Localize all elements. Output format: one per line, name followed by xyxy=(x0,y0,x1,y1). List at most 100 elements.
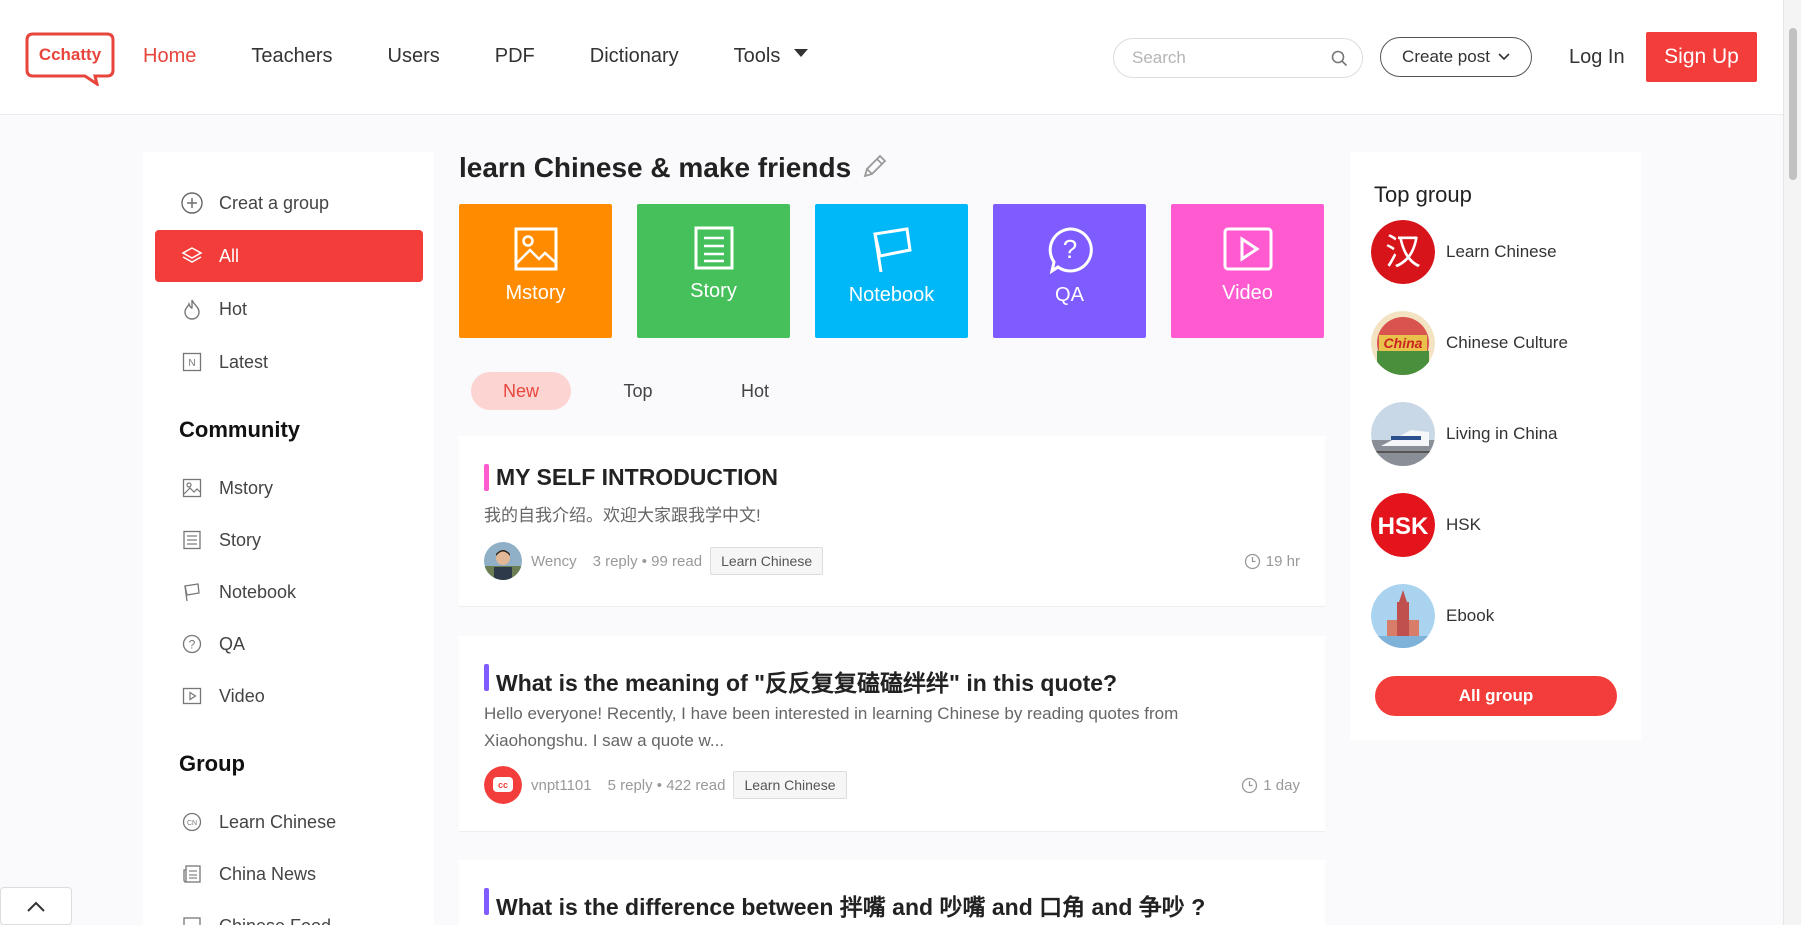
post-group-tag[interactable]: Learn Chinese xyxy=(733,771,847,799)
search-input[interactable] xyxy=(1132,48,1322,68)
caret-down-icon xyxy=(794,48,809,57)
svg-text:汉: 汉 xyxy=(1385,232,1421,273)
layers-icon xyxy=(181,245,203,267)
search-icon[interactable] xyxy=(1331,50,1348,67)
tile-qa[interactable]: ? QA xyxy=(993,204,1146,338)
group-name: Learn Chinese xyxy=(1446,242,1557,261)
login-link[interactable]: Log In xyxy=(1569,46,1625,69)
post-card[interactable]: MY SELF INTRODUCTION 我的自我介绍。欢迎大家跟我学中文! W… xyxy=(459,436,1325,607)
sidebar-item-learn-chinese[interactable]: CN Learn Chinese xyxy=(143,800,434,844)
nav-dictionary[interactable]: Dictionary xyxy=(590,45,679,68)
svg-text:N: N xyxy=(188,358,195,369)
group-name: Ebook xyxy=(1446,606,1495,625)
sidebar-item-label: Notebook xyxy=(219,581,297,602)
category-tiles: Mstory Story Notebook ? QA Video xyxy=(459,204,1325,338)
clock-icon xyxy=(1242,777,1258,793)
nav-pdf[interactable]: PDF xyxy=(495,45,535,68)
sidebar-item-all[interactable]: All xyxy=(155,230,423,282)
tile-mstory[interactable]: Mstory xyxy=(459,204,612,338)
group-avatar: China xyxy=(1371,311,1435,375)
svg-text:CN: CN xyxy=(187,820,197,827)
post-time-label: 19 hr xyxy=(1265,552,1300,570)
back-to-top-button[interactable] xyxy=(0,887,72,925)
tile-label: Mstory xyxy=(505,282,566,304)
svg-text:?: ? xyxy=(189,638,196,652)
post-group-tag[interactable]: Learn Chinese xyxy=(710,547,824,575)
all-group-button[interactable]: All group xyxy=(1375,676,1617,716)
sidebar-item-latest[interactable]: N Latest xyxy=(143,340,434,384)
top-group-heading: Top group xyxy=(1374,182,1472,207)
sidebar-item-china-news[interactable]: China News xyxy=(143,852,434,896)
tab-hot[interactable]: Hot xyxy=(705,372,805,410)
tile-video[interactable]: Video xyxy=(1171,204,1324,338)
post-meta: Wency 3 reply • 99 read Learn Chinese 19… xyxy=(484,542,1300,580)
signup-button[interactable]: Sign Up xyxy=(1646,32,1757,82)
sidebar-item-label: Latest xyxy=(219,351,269,372)
news-icon xyxy=(181,863,203,885)
post-time: 19 hr xyxy=(1244,553,1300,570)
top-header: Cchatty Home Teachers Users PDF Dictiona… xyxy=(0,0,1783,115)
post-meta: cc vnpt1101 5 reply • 422 read Learn Chi… xyxy=(484,766,1300,804)
page-scrollbar[interactable] xyxy=(1783,0,1801,925)
sidebar-item-hot[interactable]: Hot xyxy=(143,287,434,331)
group-name: Living in China xyxy=(1446,424,1558,443)
nav-home[interactable]: Home xyxy=(143,45,196,68)
tile-label: Video xyxy=(1222,282,1273,304)
sidebar-item-label: China News xyxy=(219,863,317,884)
sidebar-item-label: Learn Chinese xyxy=(219,811,337,832)
nav-tools-label: Tools xyxy=(733,45,781,67)
group-item-living-in-china[interactable]: Living in China xyxy=(1371,402,1631,466)
pencil-edit-icon[interactable] xyxy=(859,152,889,182)
cchatty-logo[interactable]: Cchatty xyxy=(25,32,115,86)
sidebar-item-label: All xyxy=(219,245,240,266)
tile-label: QA xyxy=(1055,284,1084,306)
create-post-label: Create post xyxy=(1402,47,1490,66)
post-title[interactable]: MY SELF INTRODUCTION xyxy=(496,464,778,491)
avatar[interactable]: cc xyxy=(484,766,522,804)
post-author[interactable]: Wency xyxy=(531,553,577,570)
tile-notebook[interactable]: Notebook xyxy=(815,204,968,338)
sidebar-item-mstory[interactable]: Mstory xyxy=(143,466,434,510)
group-item-ebook[interactable]: Ebook xyxy=(1371,584,1631,648)
post-title[interactable]: What is the meaning of "反反复复磕磕绊绊" in thi… xyxy=(496,664,1117,698)
list-icon xyxy=(181,529,203,551)
chevron-down-icon xyxy=(1498,53,1510,61)
sidebar-item-chinese-food[interactable]: Chinese Food xyxy=(143,904,434,925)
nav-users[interactable]: Users xyxy=(388,45,440,68)
sidebar-item-story[interactable]: Story xyxy=(143,518,434,562)
scrollbar-thumb[interactable] xyxy=(1789,28,1797,180)
sidebar-item-create-group[interactable]: Creat a group xyxy=(143,181,434,225)
clock-icon xyxy=(1244,553,1260,569)
tab-new[interactable]: New xyxy=(471,372,571,410)
svg-text:Cchatty: Cchatty xyxy=(39,45,102,64)
post-title[interactable]: What is the difference between 拌嘴 and 吵嘴… xyxy=(496,888,1205,922)
cn-icon: CN xyxy=(181,811,203,833)
nav-tools[interactable]: Tools xyxy=(734,45,809,68)
tab-top[interactable]: Top xyxy=(588,372,688,410)
sidebar-item-label: Chinese Food xyxy=(219,916,331,925)
video-icon xyxy=(181,685,203,707)
post-card[interactable]: What is the meaning of "反反复复磕磕绊绊" in thi… xyxy=(459,636,1325,832)
sidebar-item-label: QA xyxy=(219,633,246,654)
avatar[interactable] xyxy=(484,542,522,580)
flag-icon xyxy=(181,581,203,603)
tile-story[interactable]: Story xyxy=(637,204,790,338)
plus-circle-icon xyxy=(181,192,203,214)
create-post-button[interactable]: Create post xyxy=(1380,37,1532,77)
group-item-hsk[interactable]: HSK HSK xyxy=(1371,493,1631,557)
image-icon xyxy=(181,477,203,499)
post-accent-bar xyxy=(484,888,489,915)
list-icon xyxy=(694,226,733,270)
post-accent-bar xyxy=(484,464,489,491)
sidebar-item-video[interactable]: Video xyxy=(143,674,434,718)
nav-teachers[interactable]: Teachers xyxy=(251,45,332,68)
post-stats: 5 reply • 422 read xyxy=(607,776,726,794)
main-nav: Home Teachers Users PDF Dictionary Tools xyxy=(143,45,863,68)
post-card[interactable]: What is the difference between 拌嘴 and 吵嘴… xyxy=(459,860,1325,925)
group-item-learn-chinese[interactable]: 汉 Learn Chinese xyxy=(1371,220,1631,284)
svg-text:HSK: HSK xyxy=(1378,513,1429,540)
group-item-chinese-culture[interactable]: China Chinese Culture xyxy=(1371,311,1631,375)
sidebar-item-notebook[interactable]: Notebook xyxy=(143,570,434,614)
sidebar-item-qa[interactable]: ? QA xyxy=(143,622,434,666)
post-author[interactable]: vnpt1101 xyxy=(531,777,592,794)
